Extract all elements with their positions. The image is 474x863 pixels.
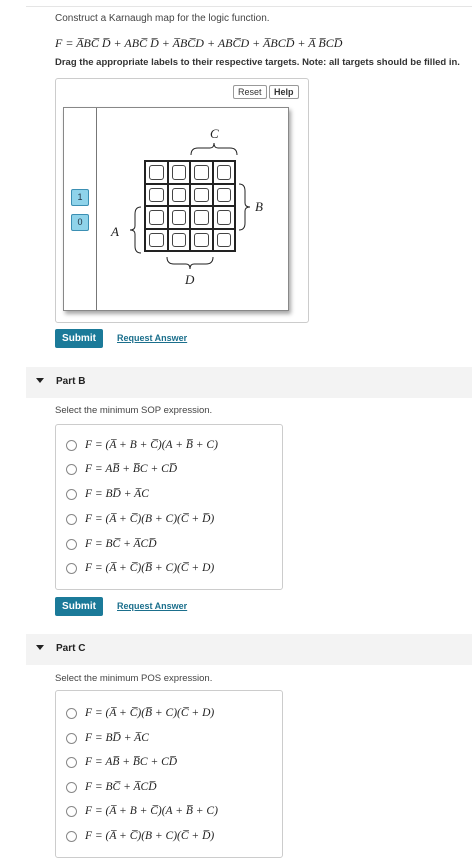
kmap-target-cell[interactable] — [190, 183, 213, 206]
kmap-target-cell[interactable] — [145, 228, 168, 251]
part-a-request-answer-link[interactable]: Request Answer — [117, 333, 187, 343]
karnaugh-map-grid — [144, 160, 236, 252]
part-b-submit-button[interactable]: Submit — [55, 597, 103, 616]
radio-button[interactable] — [66, 463, 77, 475]
drag-workspace: 1 0 C B A D — [63, 107, 289, 311]
kmap-label-a: A — [111, 224, 119, 239]
radio-button[interactable] — [66, 707, 77, 719]
part-c-option[interactable]: F = AB̅ + B̅C + CD̅ — [66, 756, 177, 768]
radio-button[interactable] — [66, 756, 77, 768]
kmap-target-cell[interactable] — [190, 206, 213, 229]
label-chip-1[interactable]: 1 — [71, 189, 89, 206]
part-a-prompt: Construct a Karnaugh map for the logic f… — [55, 13, 270, 24]
logic-function-formula: F = A̅BC̅ D̅ + ABC̅ D̅ + A̅BC̅D + ABC̅D … — [55, 36, 343, 50]
radio-button[interactable] — [66, 830, 77, 842]
part-a-submit-button[interactable]: Submit — [55, 329, 103, 348]
reset-button[interactable]: Reset — [233, 85, 267, 99]
part-b-header[interactable]: Part B — [26, 367, 472, 398]
a-brace — [129, 206, 142, 254]
drag-instruction: Drag the appropriate labels to their res… — [55, 57, 460, 68]
kmap-label-c: C — [210, 126, 219, 141]
part-b-option[interactable]: F = AB̅ + B̅C + CD̅ — [66, 463, 177, 475]
part-b-option[interactable]: F = (A̅ + B + C̅)(A + B̅ + C) — [66, 439, 218, 451]
kmap-target-cell[interactable] — [145, 206, 168, 229]
part-b-option[interactable]: F = (A̅ + C̅)(B̅ + C)(C̅ + D) — [66, 562, 214, 574]
kmap-label-b: B — [255, 199, 263, 214]
part-c-option[interactable]: F = BC̅ + A̅CD̅ — [66, 781, 157, 793]
part-c-header[interactable]: Part C — [26, 634, 472, 665]
radio-button[interactable] — [66, 732, 77, 744]
kmap-target-cell[interactable] — [145, 183, 168, 206]
c-brace — [190, 142, 238, 156]
radio-button[interactable] — [66, 805, 77, 817]
part-b-option[interactable]: F = BD̅ + A̅C — [66, 488, 149, 500]
kmap-panel: Reset Help 1 0 C B A D — [55, 78, 309, 323]
part-c-option[interactable]: F = (A̅ + C̅)(B + C)(C̅ + D̅) — [66, 830, 214, 842]
part-b-option[interactable]: F = (A̅ + C̅)(B + C)(C̅ + D̅) — [66, 513, 214, 525]
kmap-target-cell[interactable] — [212, 161, 235, 184]
kmap-target-cell[interactable] — [167, 161, 190, 184]
part-c-option[interactable]: F = (A̅ + C̅)(B̅ + C)(C̅ + D) — [66, 707, 214, 719]
radio-button[interactable] — [66, 513, 77, 525]
label-chip-0[interactable]: 0 — [71, 214, 89, 231]
part-c-title: Part C — [56, 643, 86, 654]
b-brace — [238, 183, 251, 231]
radio-button[interactable] — [66, 538, 77, 550]
part-c-question: Select the minimum POS expression. — [55, 673, 213, 684]
part-b-title: Part B — [56, 376, 86, 387]
kmap-target-cell[interactable] — [167, 206, 190, 229]
part-b-question: Select the minimum SOP expression. — [55, 405, 213, 416]
radio-button[interactable] — [66, 562, 77, 574]
kmap-label-d: D — [185, 272, 195, 287]
part-b-request-answer-link[interactable]: Request Answer — [117, 601, 187, 611]
kmap-target-cell[interactable] — [212, 183, 235, 206]
radio-button[interactable] — [66, 781, 77, 793]
part-c-options: F = (A̅ + C̅)(B̅ + C)(C̅ + D) F = BD̅ + … — [55, 690, 283, 858]
help-button[interactable]: Help — [269, 85, 299, 99]
d-brace — [166, 256, 214, 270]
part-c-option[interactable]: F = BD̅ + A̅C — [66, 732, 149, 744]
top-divider — [26, 6, 472, 7]
part-b-options: F = (A̅ + B + C̅)(A + B̅ + C) F = AB̅ + … — [55, 424, 283, 590]
radio-button[interactable] — [66, 439, 77, 451]
kmap-target-cell[interactable] — [190, 161, 213, 184]
kmap-target-cell[interactable] — [167, 228, 190, 251]
radio-button[interactable] — [66, 488, 77, 500]
part-b-option[interactable]: F = BC̅ + A̅CD̅ — [66, 538, 157, 550]
kmap-target-cell[interactable] — [212, 206, 235, 229]
part-c-option[interactable]: F = (A̅ + B + C̅)(A + B̅ + C) — [66, 805, 218, 817]
kmap-target-cell[interactable] — [167, 183, 190, 206]
collapse-triangle-icon — [36, 645, 44, 650]
kmap-target-cell[interactable] — [190, 228, 213, 251]
kmap-target-cell[interactable] — [212, 228, 235, 251]
kmap-target-cell[interactable] — [145, 161, 168, 184]
label-tray-divider — [96, 108, 97, 310]
collapse-triangle-icon — [36, 378, 44, 383]
